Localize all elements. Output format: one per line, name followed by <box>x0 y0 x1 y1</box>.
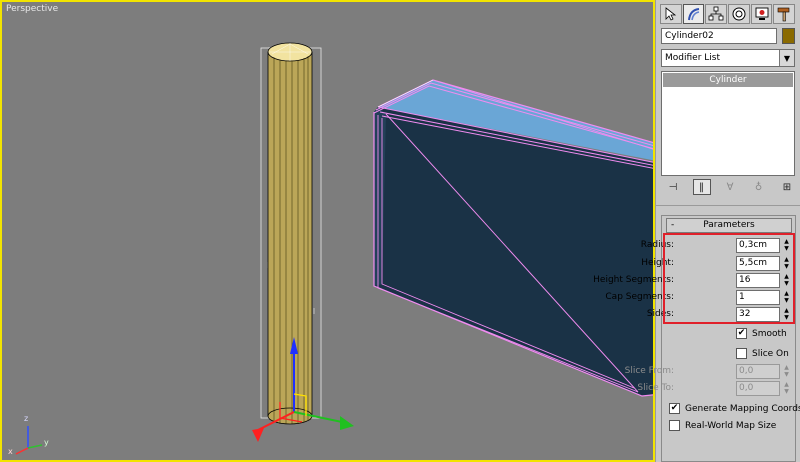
display-tab[interactable] <box>750 4 773 24</box>
display-monitor-icon <box>755 7 768 20</box>
axis-label-z: z <box>24 414 28 423</box>
stack-item-cylinder[interactable]: Cylinder <box>663 73 793 87</box>
slice-on-label: Slice On <box>752 348 789 359</box>
pin-stack-icon[interactable]: ⊣ <box>664 179 682 195</box>
height-segments-label: Height Segments: <box>593 275 674 285</box>
slice-to-input[interactable]: 0,0 <box>736 381 780 396</box>
generate-mapping-checkbox[interactable]: ✔ <box>669 403 680 414</box>
parameters-rollout-header[interactable]: - Parameters <box>666 218 792 233</box>
axis-label-x: x <box>8 447 13 456</box>
real-world-checkbox[interactable] <box>669 420 680 431</box>
slice-to-spinner-icon[interactable]: ▲ ▼ <box>782 381 791 396</box>
axis-tripod: z y x <box>8 414 49 456</box>
show-end-result-icon[interactable]: ‖ <box>692 179 711 195</box>
hammer-icon <box>777 7 790 22</box>
object-color-swatch[interactable] <box>782 28 795 44</box>
slice-from-input[interactable]: 0,0 <box>736 364 780 379</box>
stack-toolbar: ⊣ ‖ ∀ ♁ ⊞ <box>664 178 796 196</box>
smooth-label: Smooth <box>752 328 787 339</box>
parameters-title: Parameters <box>703 220 755 230</box>
command-panel-tabs <box>660 4 796 24</box>
selection-highlight-box <box>663 233 795 324</box>
hierarchy-tab[interactable] <box>705 4 728 24</box>
generate-mapping-label: Generate Mapping Coords. <box>685 403 800 414</box>
real-world-checkbox-row[interactable]: Real-World Map Size <box>669 419 776 432</box>
modifier-list-dropdown[interactable]: Modifier List ▼ <box>661 49 795 67</box>
slice-from-spinner-icon[interactable]: ▲ ▼ <box>782 364 791 379</box>
generate-mapping-checkbox-row[interactable]: ✔ Generate Mapping Coords. <box>669 402 800 415</box>
slice-on-checkbox-row[interactable]: Slice On <box>736 347 789 360</box>
motion-tab[interactable] <box>728 4 750 24</box>
axis-label-y: y <box>44 438 49 447</box>
create-tab[interactable] <box>660 4 682 24</box>
slice-to-label: Slice To: <box>637 383 674 393</box>
object-name-field[interactable]: Cylinder02 <box>661 28 777 44</box>
viewport-scene[interactable]: z y x <box>2 2 653 460</box>
box-object[interactable] <box>373 79 653 397</box>
modifier-stack[interactable]: Cylinder <box>661 71 795 176</box>
pointer-create-icon <box>665 7 676 21</box>
modifier-list-label: Modifier List <box>665 53 720 63</box>
chevron-down-icon[interactable]: ▼ <box>779 50 794 66</box>
panel-divider <box>656 205 800 206</box>
perspective-viewport[interactable]: z y x Perspective <box>0 0 655 462</box>
hierarchy-icon <box>708 6 724 21</box>
collapse-icon: - <box>671 220 675 230</box>
bend-arc-icon <box>687 8 699 21</box>
configure-sets-icon[interactable]: ⊞ <box>778 179 796 195</box>
remove-modifier-icon[interactable]: ♁ <box>750 179 768 195</box>
cylinder-object[interactable] <box>260 42 322 425</box>
modify-tab[interactable] <box>682 4 705 24</box>
smooth-checkbox[interactable]: ✔ <box>736 328 747 339</box>
viewport-label[interactable]: Perspective <box>6 4 58 14</box>
slice-from-label: Slice From: <box>624 366 674 376</box>
smooth-checkbox-row[interactable]: ✔ Smooth <box>736 327 787 340</box>
slice-on-checkbox[interactable] <box>736 348 747 359</box>
motion-circle-icon <box>732 7 746 21</box>
real-world-label: Real-World Map Size <box>685 420 777 431</box>
utilities-tab[interactable] <box>773 4 796 24</box>
make-unique-icon[interactable]: ∀ <box>721 179 739 195</box>
